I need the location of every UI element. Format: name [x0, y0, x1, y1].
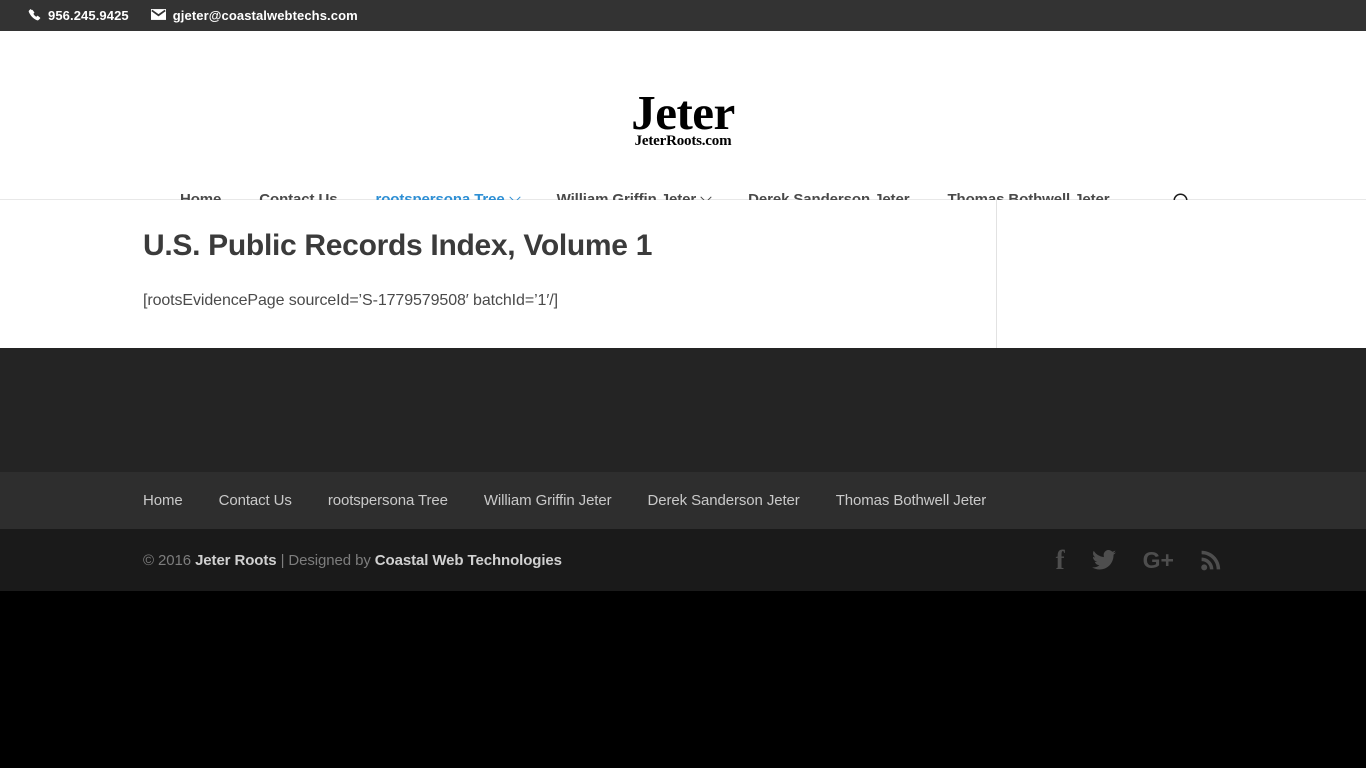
footer-nav-item-william-griffin-jeter[interactable]: William Griffin Jeter — [484, 492, 612, 509]
footer-nav-item-home[interactable]: Home — [143, 492, 183, 509]
logo-domain: JeterRoots.com — [634, 133, 732, 150]
phone-number: 956.245.9425 — [48, 8, 129, 23]
page-bottom-filler — [0, 591, 1366, 768]
page-title: U.S. Public Records Index, Volume 1 — [143, 229, 653, 262]
footer-nav-item-thomas-bothwell-jeter[interactable]: Thomas Bothwell Jeter — [836, 492, 987, 509]
copyright-text: © 2016 Jeter Roots | Designed by Coastal… — [143, 552, 562, 569]
site-header: Jeter JeterRoots.com Home Contact Us roo… — [0, 31, 1366, 211]
copyright-site-link[interactable]: Jeter Roots — [195, 552, 277, 569]
copyright-bar: © 2016 Jeter Roots | Designed by Coastal… — [0, 529, 1366, 591]
top-contact-bar: 956.245.9425 gjeter@coastalwebtechs.com — [0, 0, 1366, 31]
phone-icon — [28, 8, 41, 24]
rss-icon[interactable] — [1201, 549, 1223, 571]
footer-nav: Home Contact Us rootspersona Tree Willia… — [0, 472, 1366, 529]
main-column: U.S. Public Records Index, Volume 1 [roo… — [0, 200, 997, 348]
google-plus-icon[interactable]: G+ — [1143, 548, 1174, 572]
site-logo[interactable]: Jeter JeterRoots.com — [0, 85, 1366, 150]
phone-contact[interactable]: 956.245.9425 — [28, 8, 129, 24]
copyright-middle: | Designed by — [276, 551, 375, 569]
facebook-icon[interactable]: f — [1056, 546, 1065, 574]
logo-title: Jeter — [631, 85, 735, 140]
copyright-prefix: © 2016 — [143, 551, 196, 569]
envelope-icon — [150, 8, 166, 23]
email-address: gjeter@coastalwebtechs.com — [172, 8, 358, 23]
footer-nav-item-rootspersona-tree[interactable]: rootspersona Tree — [328, 492, 448, 509]
footer-nav-item-derek-sanderson-jeter[interactable]: Derek Sanderson Jeter — [648, 492, 800, 509]
page-body-text: [rootsEvidencePage sourceId=’S-177957950… — [143, 292, 558, 309]
footer-widget-area — [0, 348, 1366, 472]
sidebar-column — [998, 200, 1366, 348]
copyright-designer-link[interactable]: Coastal Web Technologies — [375, 552, 562, 569]
content-area: U.S. Public Records Index, Volume 1 [roo… — [0, 200, 1366, 348]
twitter-icon[interactable] — [1091, 550, 1116, 570]
email-contact[interactable]: gjeter@coastalwebtechs.com — [150, 8, 358, 23]
social-links: f G+ — [1056, 546, 1223, 574]
footer-nav-item-contact-us[interactable]: Contact Us — [219, 492, 292, 509]
